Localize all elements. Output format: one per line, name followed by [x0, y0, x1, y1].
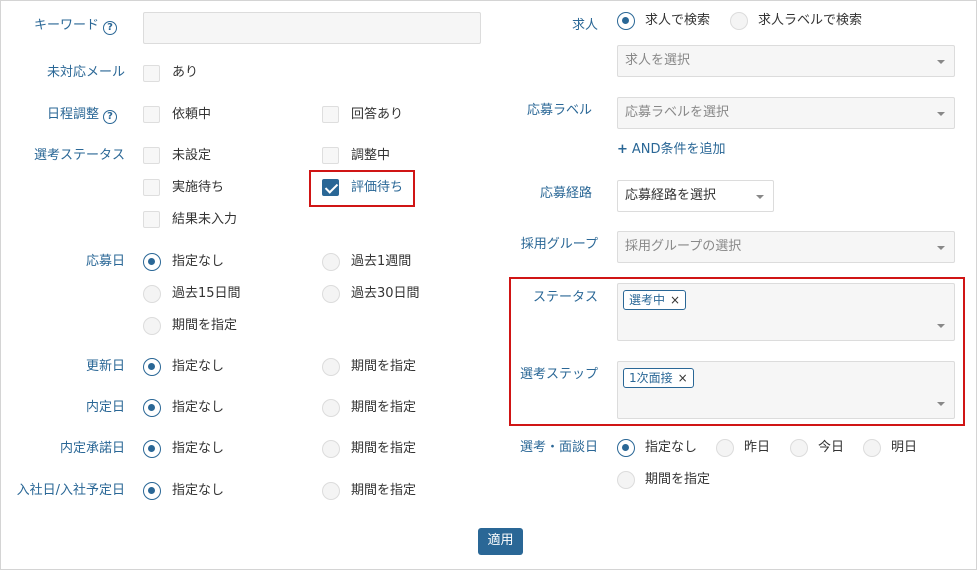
apply-15days-label: 過去15日間: [172, 286, 241, 301]
close-icon[interactable]: ×: [670, 293, 680, 307]
schedule-answered-checkbox[interactable]: [322, 106, 339, 123]
job-label-search-radio[interactable]: [730, 12, 748, 30]
interview-none-label: 指定なし: [645, 440, 698, 455]
status-label: ステータス: [532, 290, 598, 305]
interview-range-radio[interactable]: [617, 471, 635, 489]
plus-icon: +: [617, 142, 628, 157]
offer-none-label: 指定なし: [172, 400, 225, 415]
join-none-radio[interactable]: [143, 482, 161, 500]
chevron-down-icon: [937, 112, 945, 116]
offer-none-radio[interactable]: [143, 399, 161, 417]
offer-range-radio[interactable]: [322, 399, 340, 417]
schedule-requesting-label: 依頼中: [172, 107, 212, 122]
interview-yesterday-label: 昨日: [744, 440, 771, 455]
job-label: 求人: [571, 18, 598, 33]
chevron-down-icon: [937, 246, 945, 250]
interview-today-radio[interactable]: [790, 439, 808, 457]
job-label-search-label: 求人ラベルで検索: [758, 13, 863, 28]
join-range-radio[interactable]: [322, 482, 340, 500]
status-eval-pending-label: 評価待ち: [351, 180, 404, 195]
step-label: 選考ステップ: [519, 367, 598, 382]
status-unset-checkbox[interactable]: [143, 147, 160, 164]
job-search-radio[interactable]: [617, 12, 635, 30]
selection-status-label: 選考ステータス: [33, 148, 125, 163]
updated-none-radio[interactable]: [143, 358, 161, 376]
keyword-label: キーワード?: [34, 16, 117, 36]
unhandled-mail-label: 未対応メール: [46, 65, 125, 80]
chevron-down-icon: [937, 402, 945, 406]
offer-date-label: 内定日: [85, 400, 125, 415]
group-label: 採用グループ: [520, 237, 598, 252]
keyword-input[interactable]: [143, 12, 481, 44]
status-eval-pending-checkbox[interactable]: [322, 179, 339, 196]
apply-1week-label: 過去1週間: [351, 254, 412, 269]
apply-range-label: 期間を指定: [172, 318, 238, 333]
interview-tomorrow-label: 明日: [891, 440, 918, 455]
interview-range-label: 期間を指定: [645, 472, 711, 487]
apply-label-label: 応募ラベル: [526, 103, 592, 118]
status-adjusting-checkbox[interactable]: [322, 147, 339, 164]
status-result-missing-checkbox[interactable]: [143, 211, 160, 228]
chevron-down-icon: [937, 324, 945, 328]
group-select[interactable]: 採用グループの選択: [617, 231, 955, 263]
schedule-label: 日程調整?: [47, 105, 117, 125]
join-date-label: 入社日/入社予定日: [16, 483, 125, 498]
interview-yesterday-radio[interactable]: [716, 439, 734, 457]
join-range-label: 期間を指定: [351, 483, 417, 498]
apply-date-label: 応募日: [85, 254, 125, 269]
updated-range-label: 期間を指定: [351, 359, 417, 374]
help-icon[interactable]: ?: [103, 110, 117, 124]
chevron-down-icon: [756, 195, 764, 199]
status-awaiting-checkbox[interactable]: [143, 179, 160, 196]
job-select[interactable]: 求人を選択: [617, 45, 955, 77]
interview-date-label: 選考・面談日: [519, 440, 598, 455]
offer-accept-range-label: 期間を指定: [351, 441, 417, 456]
chevron-down-icon: [937, 60, 945, 64]
status-result-missing-label: 結果未入力: [172, 212, 238, 227]
route-select[interactable]: 応募経路を選択: [617, 180, 774, 212]
step-tag: 1次面接 ×: [623, 368, 694, 388]
route-label: 応募経路: [539, 186, 592, 201]
close-icon[interactable]: ×: [678, 371, 688, 385]
status-awaiting-label: 実施待ち: [172, 180, 225, 195]
apply-none-radio[interactable]: [143, 253, 161, 271]
offer-accept-none-label: 指定なし: [172, 441, 225, 456]
join-none-label: 指定なし: [172, 483, 225, 498]
interview-tomorrow-radio[interactable]: [863, 439, 881, 457]
updated-range-radio[interactable]: [322, 358, 340, 376]
job-search-label: 求人で検索: [645, 13, 711, 28]
apply-none-label: 指定なし: [172, 254, 225, 269]
apply-label-select[interactable]: 応募ラベルを選択: [617, 97, 955, 129]
offer-accept-range-radio[interactable]: [322, 440, 340, 458]
help-icon[interactable]: ?: [103, 21, 117, 35]
interview-today-label: 今日: [818, 440, 845, 455]
status-adjusting-label: 調整中: [351, 148, 391, 163]
offer-accept-date-label: 内定承諾日: [59, 441, 125, 456]
unhandled-mail-checkbox[interactable]: [143, 65, 160, 82]
apply-15days-radio[interactable]: [143, 285, 161, 303]
schedule-requesting-checkbox[interactable]: [143, 106, 160, 123]
apply-30days-label: 過去30日間: [351, 286, 420, 301]
apply-button[interactable]: 適用: [478, 528, 523, 555]
status-unset-label: 未設定: [172, 148, 212, 163]
offer-accept-none-radio[interactable]: [143, 440, 161, 458]
apply-range-radio[interactable]: [143, 317, 161, 335]
status-tag: 選考中 ×: [623, 290, 687, 310]
apply-1week-radio[interactable]: [322, 253, 340, 271]
offer-range-label: 期間を指定: [351, 400, 417, 415]
updated-date-label: 更新日: [85, 359, 125, 374]
add-and-condition-link[interactable]: + AND条件を追加: [617, 140, 726, 160]
apply-30days-radio[interactable]: [322, 285, 340, 303]
schedule-answered-label: 回答あり: [351, 107, 404, 122]
interview-none-radio[interactable]: [617, 439, 635, 457]
unhandled-mail-option: あり: [172, 65, 199, 80]
updated-none-label: 指定なし: [172, 359, 225, 374]
